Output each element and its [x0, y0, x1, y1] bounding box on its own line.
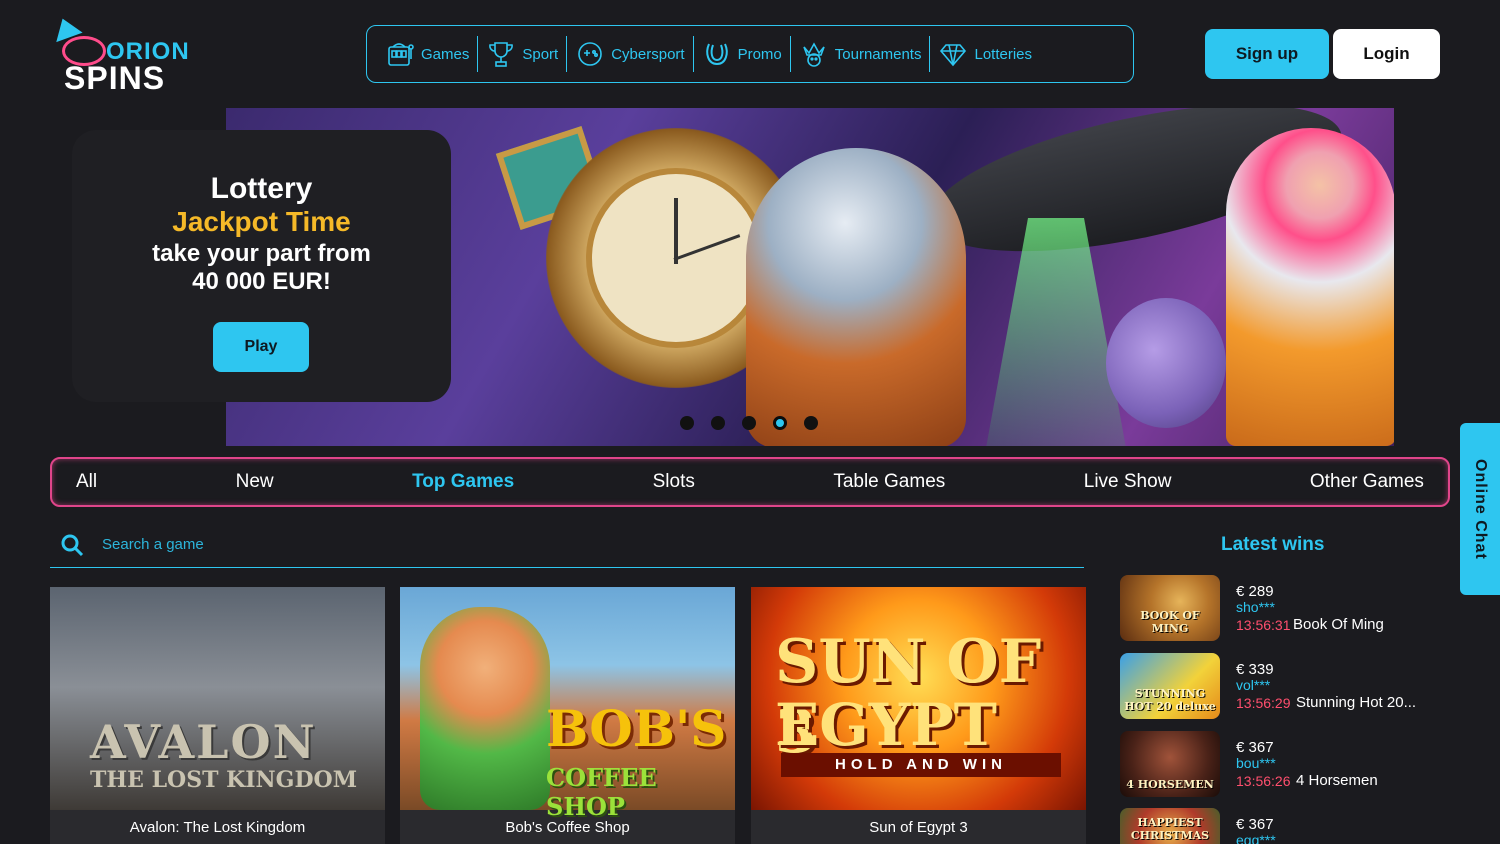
win-amount: € 367	[1236, 816, 1274, 833]
thumb-text: BOOK OF MING	[1140, 609, 1200, 635]
win-amount: € 339	[1236, 661, 1274, 678]
category-tabs: All New Top Games Slots Table Games Live…	[50, 457, 1450, 507]
game-tile[interactable]: BOB'S COFFEE SHOP Bob's Coffee Shop	[400, 587, 735, 844]
online-chat-tab[interactable]: Online Chat	[1460, 423, 1500, 595]
win-item[interactable]: STUNNING HOT 20 deluxe € 339 vol*** 13:5…	[1120, 653, 1440, 719]
tab-top-games[interactable]: Top Games	[412, 471, 514, 493]
game-art-subtitle: EGYPT	[775, 691, 997, 759]
win-game-thumbnail: BOOK OF MING	[1120, 575, 1220, 641]
game-title: Bob's Coffee Shop	[505, 819, 630, 836]
nav-games[interactable]: Games	[377, 36, 479, 72]
game-tile[interactable]: AVALON THE LOST KINGDOM Avalon: The Lost…	[50, 587, 385, 844]
carousel-dots	[680, 416, 818, 430]
win-game-name: 4 Horsemen	[1296, 772, 1378, 789]
win-item[interactable]: 4 HORSEMEN € 367 bou*** 13:56:26 4 Horse…	[1120, 731, 1440, 797]
logo-word-spins: SPINS	[64, 60, 166, 96]
diamond-icon	[940, 44, 967, 67]
win-amount: € 289	[1236, 583, 1274, 600]
game-search	[50, 522, 1084, 568]
nav-lotteries[interactable]: Lotteries	[930, 36, 1040, 72]
promo-highlight: Jackpot Time	[172, 206, 351, 237]
ufo-beam-image	[986, 218, 1126, 446]
trophy-icon	[489, 42, 514, 67]
nav-cybersport[interactable]: Cybersport	[567, 36, 694, 72]
clock-hand	[674, 198, 678, 264]
tab-slots[interactable]: Slots	[653, 471, 695, 493]
thumb-text: HAPPIEST CHRISTMAS	[1130, 816, 1210, 842]
win-game-thumbnail: STUNNING HOT 20 deluxe	[1120, 653, 1220, 719]
carousel-dot-active[interactable]	[773, 416, 787, 430]
win-time: 13:56:31	[1236, 617, 1291, 633]
win-game-name: Stunning Hot 20...	[1296, 694, 1417, 711]
thumb-text: 4 HORSEMEN	[1126, 778, 1214, 791]
win-user: vol***	[1236, 677, 1271, 693]
nav-sport[interactable]: Sport	[478, 36, 568, 72]
game-title: Avalon: The Lost Kingdom	[129, 819, 306, 836]
promo-title: Lottery	[210, 172, 313, 205]
game-art-title: BOB'S	[546, 699, 727, 758]
carousel-dot[interactable]	[742, 416, 756, 430]
win-user: sho***	[1236, 599, 1275, 615]
gamepad-icon	[578, 42, 603, 66]
jester-icon	[803, 42, 825, 67]
game-art-band: HOLD AND WIN	[781, 753, 1061, 777]
game-art-subtitle: THE LOST KINGDOM	[90, 767, 358, 793]
tab-other-games[interactable]: Other Games	[1310, 471, 1424, 493]
search-icon[interactable]	[60, 533, 84, 557]
latest-wins-title: Latest wins	[1221, 534, 1325, 555]
thumb-text: STUNNING HOT 20 deluxe	[1124, 687, 1216, 713]
game-character-image	[420, 607, 550, 810]
win-time: 13:56:29	[1236, 695, 1291, 711]
heroine-image	[1226, 128, 1394, 446]
online-chat-label: Online Chat	[1472, 458, 1489, 560]
nav-label: Cybersport	[611, 45, 685, 63]
game-thumbnail: BOB'S COFFEE SHOP	[400, 587, 735, 821]
main-nav: Games Sport Cybersport Promo Tournaments…	[366, 25, 1134, 83]
tab-live-show[interactable]: Live Show	[1084, 471, 1172, 493]
nav-tournaments[interactable]: Tournaments	[791, 36, 931, 72]
tab-new[interactable]: New	[236, 471, 274, 493]
win-item[interactable]: HAPPIEST CHRISTMAS € 367 egg***	[1120, 808, 1440, 844]
horseshoe-icon	[705, 43, 728, 66]
game-title: Sun of Egypt 3	[869, 819, 968, 836]
login-button[interactable]: Login	[1333, 29, 1440, 79]
win-game-thumbnail: HAPPIEST CHRISTMAS	[1120, 808, 1220, 844]
carousel-dot[interactable]	[711, 416, 725, 430]
game-art-title: AVALON	[90, 715, 317, 769]
game-art-subtitle: COFFEE SHOP	[546, 763, 657, 821]
promo-text: take your part from	[152, 240, 371, 267]
win-amount: € 367	[1236, 739, 1274, 756]
nav-label: Games	[421, 45, 470, 63]
promo-card: Lottery Jackpot Time take your part from…	[72, 130, 451, 402]
tab-table-games[interactable]: Table Games	[833, 471, 945, 493]
nav-label: Tournaments	[834, 45, 922, 63]
win-game-name: Book Of Ming	[1293, 616, 1384, 633]
brand-logo[interactable]: ORION SPINS	[48, 13, 189, 96]
casino-page: ORION SPINS Games Sport Cybersport Promo…	[0, 0, 1500, 844]
carousel-dot[interactable]	[680, 416, 694, 430]
win-user: egg***	[1236, 832, 1276, 844]
win-user: bou***	[1236, 755, 1276, 771]
game-thumbnail: AVALON THE LOST KINGDOM	[50, 587, 385, 810]
search-input[interactable]	[102, 536, 1002, 553]
game-tile[interactable]: SUN OF 3 EGYPT HOLD AND WIN Sun of Egypt…	[751, 587, 1086, 844]
game-thumbnail: SUN OF 3 EGYPT HOLD AND WIN	[751, 587, 1086, 810]
carousel-dot[interactable]	[804, 416, 818, 430]
win-game-thumbnail: 4 HORSEMEN	[1120, 731, 1220, 797]
nav-promo[interactable]: Promo	[694, 36, 791, 72]
slot-machine-icon	[388, 43, 414, 66]
win-time: 13:56:26	[1236, 773, 1291, 789]
astronaut-image	[746, 148, 966, 446]
promo-amount: 40 000 EUR!	[192, 268, 331, 295]
nav-label: Lotteries	[974, 45, 1033, 63]
nav-label: Sport	[522, 45, 559, 63]
win-item[interactable]: BOOK OF MING € 289 sho*** 13:56:31 Book …	[1120, 575, 1440, 641]
alien-creature-image	[1106, 298, 1226, 428]
nav-label: Promo	[737, 45, 782, 63]
signup-button[interactable]: Sign up	[1205, 29, 1329, 79]
tab-all[interactable]: All	[76, 471, 97, 493]
play-button[interactable]: Play	[213, 322, 309, 372]
